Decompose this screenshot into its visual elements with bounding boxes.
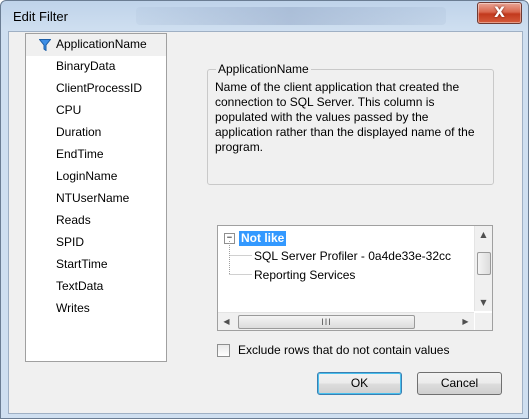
column-item[interactable]: EndTime: [26, 144, 166, 166]
description-text: Name of the client application that crea…: [215, 80, 475, 154]
column-item[interactable]: NTUserName: [26, 188, 166, 210]
column-item[interactable]: Writes: [26, 298, 166, 320]
column-list[interactable]: ApplicationName BinaryData ClientProcess…: [25, 33, 167, 362]
scroll-down-icon[interactable]: ▼: [475, 294, 492, 311]
column-item-label: CPU: [56, 103, 82, 117]
column-item-label: ClientProcessID: [56, 81, 143, 95]
column-item-label: SPID: [56, 235, 85, 249]
column-item-label: NTUserName: [56, 191, 130, 205]
blurred-title-area: [136, 7, 446, 25]
column-item[interactable]: Reads: [26, 210, 166, 232]
column-item[interactable]: CPU: [26, 100, 166, 122]
close-button[interactable]: X: [477, 2, 522, 24]
vertical-scroll-thumb[interactable]: [477, 252, 491, 275]
exclude-rows-option[interactable]: Exclude rows that do not contain values: [217, 343, 449, 357]
tree-lines: [229, 241, 252, 275]
column-item[interactable]: BinaryData: [26, 56, 166, 78]
column-item-label: Writes: [56, 301, 90, 315]
exclude-rows-label[interactable]: Exclude rows that do not contain values: [238, 343, 449, 357]
horizontal-scrollbar[interactable]: ◀ III ▶: [218, 312, 474, 330]
column-item-label: TextData: [56, 279, 104, 293]
exclude-rows-checkbox[interactable]: [217, 343, 230, 357]
scroll-right-icon[interactable]: ▶: [457, 313, 474, 330]
column-item-label: Reads: [56, 213, 91, 227]
column-description-group: ApplicationName Name of the client appli…: [207, 61, 494, 185]
column-item-label: Duration: [56, 125, 102, 139]
horizontal-scroll-thumb[interactable]: III: [238, 315, 415, 329]
scroll-left-icon[interactable]: ◀: [218, 313, 235, 330]
cancel-button[interactable]: Cancel: [417, 372, 502, 395]
column-item[interactable]: LoginName: [26, 166, 166, 188]
column-item-label: LoginName: [56, 169, 118, 183]
scrollbar-corner: [475, 313, 492, 330]
close-icon: X: [494, 5, 505, 21]
column-item[interactable]: ApplicationName: [26, 34, 166, 56]
filter-tree[interactable]: − Not like SQL Server Profiler - 0a4de33…: [217, 225, 493, 331]
column-item-label: ApplicationName: [56, 37, 147, 51]
column-item[interactable]: TextData: [26, 276, 166, 298]
column-item[interactable]: StartTime: [26, 254, 166, 276]
vertical-scrollbar[interactable]: ▲ ▼: [474, 226, 492, 311]
ok-button[interactable]: OK: [317, 372, 402, 395]
description-heading: ApplicationName: [216, 61, 311, 77]
column-item-label: EndTime: [56, 147, 104, 161]
edit-filter-dialog: Edit Filter X ApplicationName BinaryData…: [0, 0, 529, 419]
column-item-label: StartTime: [56, 257, 108, 271]
title-bar[interactable]: Edit Filter X: [1, 1, 528, 31]
column-item[interactable]: ClientProcessID: [26, 78, 166, 100]
dialog-title: Edit Filter: [13, 9, 68, 24]
tree-value-item[interactable]: Reporting Services: [254, 267, 355, 283]
filter-icon: [39, 39, 51, 51]
scroll-up-icon[interactable]: ▲: [475, 226, 492, 243]
column-item[interactable]: Duration: [26, 122, 166, 144]
tree-value-item[interactable]: SQL Server Profiler - 0a4de33e-32cc: [254, 248, 451, 264]
column-item-label: BinaryData: [56, 59, 116, 73]
column-item[interactable]: SPID: [26, 232, 166, 254]
